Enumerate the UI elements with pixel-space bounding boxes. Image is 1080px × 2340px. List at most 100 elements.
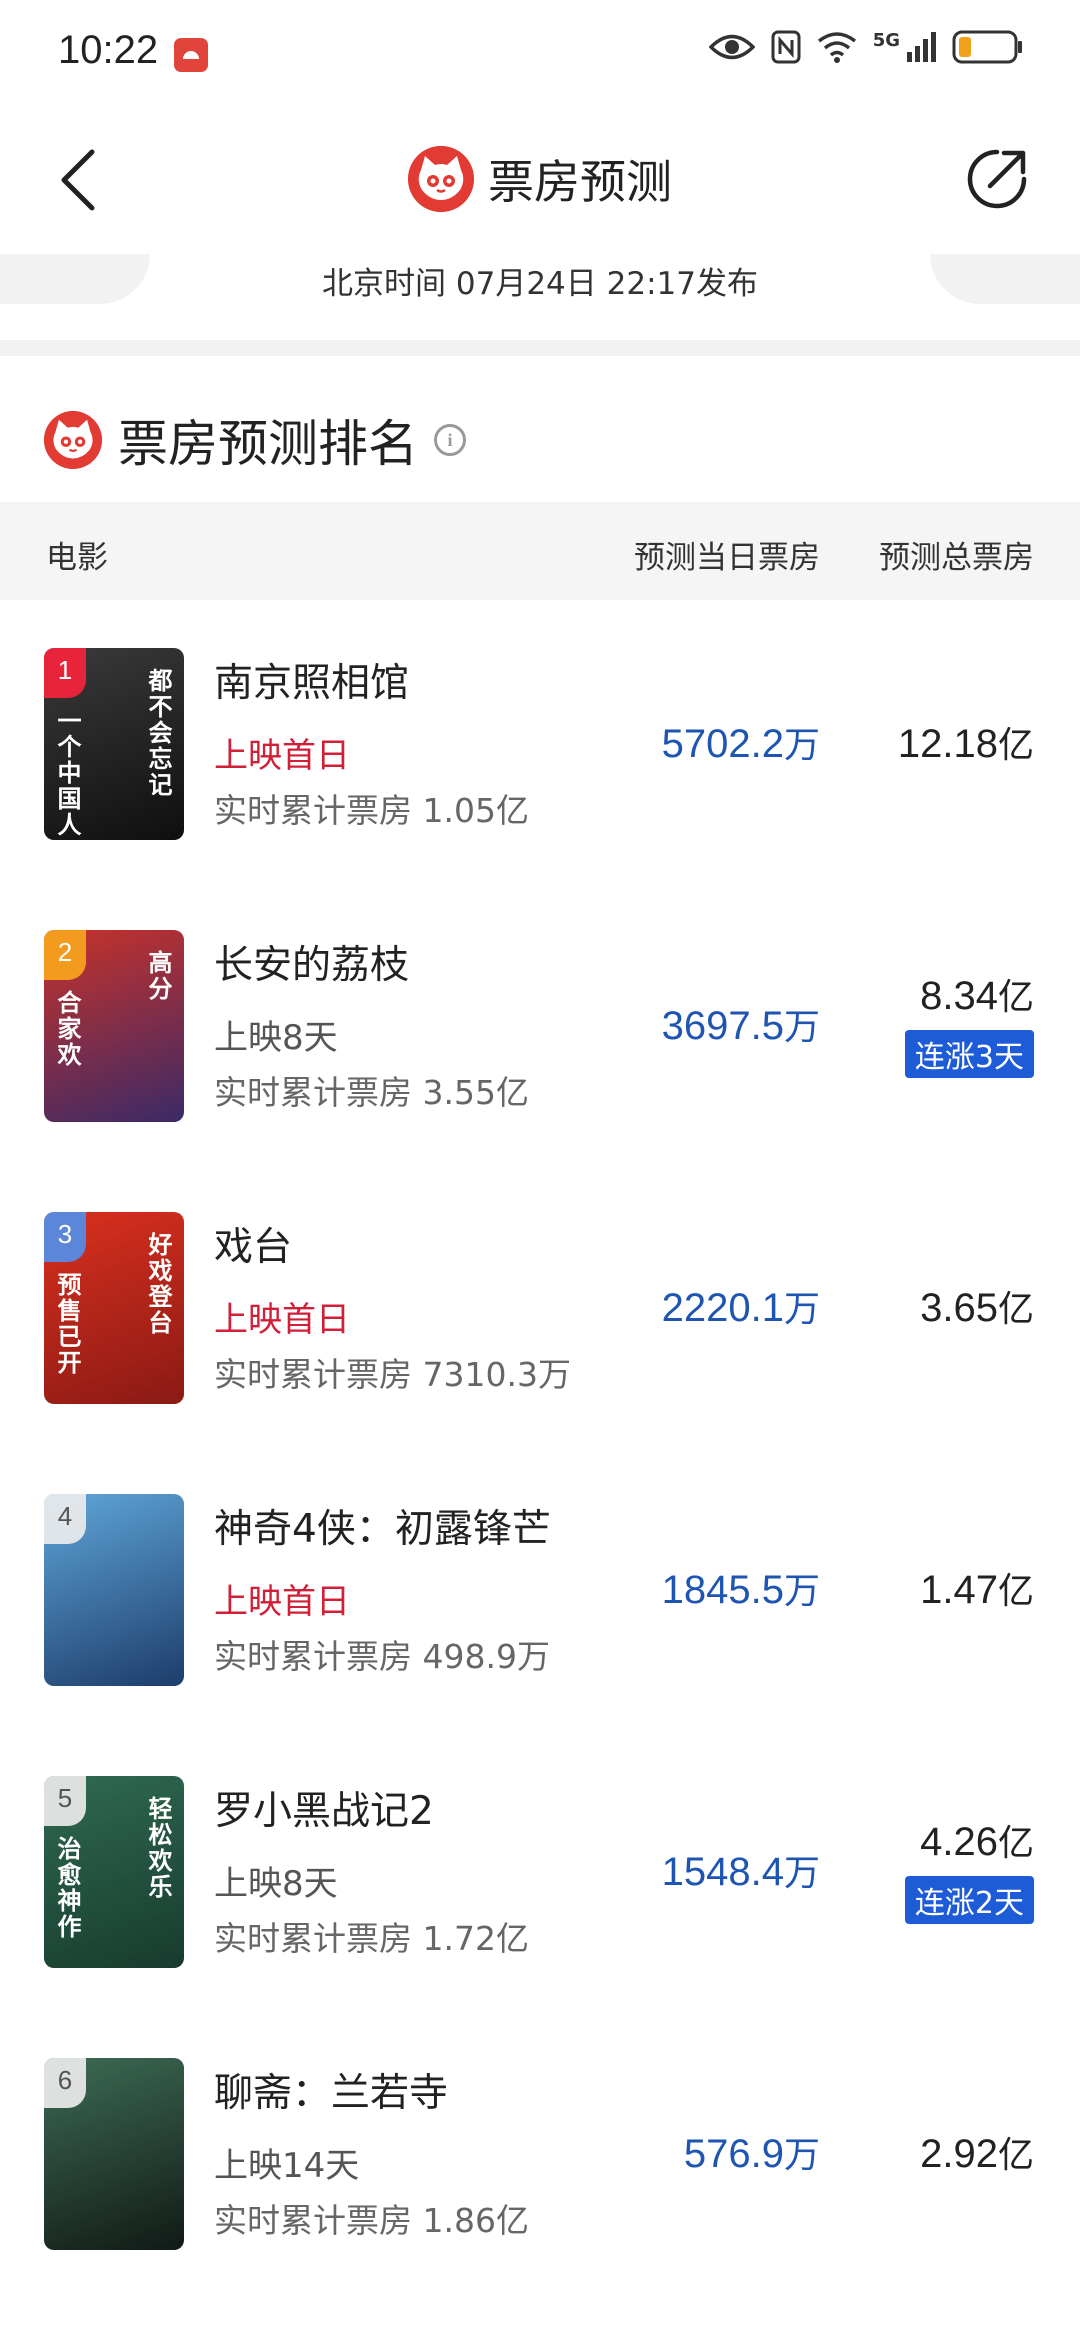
movie-poster[interactable]: 6	[44, 2058, 184, 2250]
eye-icon	[708, 34, 755, 60]
total-forecast-value: 12.18亿	[898, 716, 1034, 768]
signal-icon	[907, 32, 936, 62]
day-forecast-value: 1845.5万	[662, 1562, 820, 1614]
table-row[interactable]: 轻松欢乐 治愈神作 5 罗小黑战记2 上映8天 实时累计票房 1.72亿 154…	[0, 1728, 1080, 2010]
total-forecast-number: 8.34	[920, 974, 998, 1018]
day-forecast-value: 1548.4万	[662, 1844, 820, 1896]
table-row[interactable]: 好戏登台 预售已开 3 戏台 上映首日 实时累计票房 7310.3万 2220.…	[0, 1164, 1080, 1446]
day-forecast-unit: 万	[783, 725, 820, 766]
release-status: 上映14天	[214, 2146, 360, 2186]
day-forecast-number: 2220.1	[661, 1286, 784, 1330]
total-forecast-unit: 亿	[997, 1571, 1034, 1612]
section-header: 票房预测排名 i	[44, 400, 466, 480]
movie-poster[interactable]: 4	[44, 1494, 184, 1686]
rank-badge: 6	[44, 2058, 86, 2108]
total-forecast-value: 8.34亿	[920, 968, 1034, 1020]
rank-badge: 3	[44, 1212, 86, 1262]
battery-icon	[952, 30, 1022, 64]
poster-tagline: 高分	[144, 950, 172, 1002]
release-status: 上映8天	[214, 1864, 338, 1904]
nfc-icon	[771, 30, 801, 64]
total-forecast-unit: 亿	[997, 2135, 1034, 2176]
info-icon[interactable]: i	[434, 424, 466, 456]
total-forecast-value: 1.47亿	[920, 1562, 1034, 1614]
table-row[interactable]: 都不会忘记 一个中国人 1 南京照相馆 上映首日 实时累计票房 1.05亿 57…	[0, 600, 1080, 882]
movie-title[interactable]: 罗小黑战记2	[214, 1780, 434, 1836]
movie-title[interactable]: 神奇4侠：初露锋芒	[214, 1498, 551, 1554]
total-forecast-number: 3.65	[920, 1286, 998, 1330]
poster-tagline: 轻松欢乐	[144, 1796, 172, 1900]
total-forecast-value: 4.26亿	[920, 1814, 1034, 1866]
day-forecast-number: 1845.5	[661, 1568, 784, 1612]
total-forecast-value: 2.92亿	[920, 2126, 1034, 2178]
release-status: 上映首日	[214, 1300, 350, 1340]
rank-badge: 1	[44, 648, 86, 698]
total-forecast-value: 3.65亿	[920, 1280, 1034, 1332]
poster-tagline: 好戏登台	[144, 1232, 172, 1336]
column-header-day-forecast[interactable]: 预测当日票房	[634, 532, 820, 577]
poster-tagline: 治愈神作	[53, 1836, 81, 1940]
section-divider	[0, 340, 1080, 356]
cumulative-box-office: 实时累计票房 3.55亿	[214, 1073, 529, 1112]
poster-tagline: 一个中国人	[53, 708, 81, 838]
status-time: 10:22	[58, 28, 159, 72]
day-forecast-number: 1548.4	[661, 1850, 784, 1894]
movie-title[interactable]: 长安的荔枝	[214, 934, 409, 990]
day-forecast-value: 2220.1万	[662, 1280, 820, 1332]
day-forecast-number: 5702.2	[661, 722, 784, 766]
rank-badge: 5	[44, 1776, 86, 1826]
page-title: 票房预测	[488, 155, 672, 209]
total-forecast-unit: 亿	[997, 977, 1034, 1018]
day-forecast-value: 3697.5万	[662, 998, 820, 1050]
day-forecast-unit: 万	[783, 1289, 820, 1330]
share-icon[interactable]	[964, 146, 1030, 212]
release-status: 上映首日	[214, 736, 350, 776]
movie-poster[interactable]: 好戏登台 预售已开 3	[44, 1212, 184, 1404]
cumulative-box-office: 实时累计票房 1.05亿	[214, 791, 529, 830]
cumulative-box-office: 实时累计票房 498.9万	[214, 1637, 550, 1676]
day-forecast-value: 5702.2万	[662, 716, 820, 768]
total-forecast-unit: 亿	[997, 1289, 1034, 1330]
status-bar: 10:22 5G	[0, 0, 1080, 100]
day-forecast-number: 576.9	[683, 2132, 784, 2176]
day-forecast-value: 576.9万	[684, 2126, 820, 2178]
cumulative-box-office: 实时累计票房 1.86亿	[214, 2201, 529, 2240]
release-status: 上映首日	[214, 1582, 350, 1622]
movie-poster[interactable]: 高分 合家欢 2	[44, 930, 184, 1122]
total-forecast-number: 12.18	[897, 722, 998, 766]
movie-title[interactable]: 南京照相馆	[214, 652, 409, 708]
streak-badge: 连涨2天	[904, 1876, 1034, 1924]
movie-poster[interactable]: 都不会忘记 一个中国人 1	[44, 648, 184, 840]
release-status: 上映8天	[214, 1018, 338, 1058]
table-row[interactable]: 6 聊斋：兰若寺 上映14天 实时累计票房 1.86亿 576.9万 2.92亿	[0, 2010, 1080, 2292]
publish-time: 北京时间 07月24日 22:17发布	[322, 266, 758, 302]
day-forecast-unit: 万	[783, 1007, 820, 1048]
table-header: 电影 预测当日票房 预测总票房	[0, 502, 1080, 600]
network-type: 5G	[872, 29, 900, 51]
nav-bar: 票房预测	[0, 120, 1080, 240]
total-forecast-unit: 亿	[997, 1823, 1034, 1864]
huawei-app-icon	[174, 38, 208, 72]
movie-title[interactable]: 聊斋：兰若寺	[214, 2062, 448, 2118]
nav-title-group: 票房预测	[0, 146, 1080, 212]
streak-badge: 连涨3天	[904, 1030, 1034, 1078]
column-header-total-forecast[interactable]: 预测总票房	[879, 532, 1034, 577]
section-title: 票房预测排名	[118, 415, 418, 473]
rank-badge: 4	[44, 1494, 86, 1544]
movie-poster[interactable]: 轻松欢乐 治愈神作 5	[44, 1776, 184, 1968]
rank-badge: 2	[44, 930, 86, 980]
day-forecast-number: 3697.5	[661, 1004, 784, 1048]
total-forecast-number: 1.47	[920, 1568, 998, 1612]
day-forecast-unit: 万	[783, 1571, 820, 1612]
day-forecast-unit: 万	[783, 1853, 820, 1894]
total-forecast-number: 2.92	[920, 2132, 998, 2176]
maoyan-cat-logo-icon	[408, 146, 474, 212]
table-row[interactable]: 4 神奇4侠：初露锋芒 上映首日 实时累计票房 498.9万 1845.5万 1…	[0, 1446, 1080, 1728]
movie-title[interactable]: 戏台	[214, 1216, 292, 1272]
table-row[interactable]: 高分 合家欢 2 长安的荔枝 上映8天 实时累计票房 3.55亿 3697.5万…	[0, 882, 1080, 1164]
cumulative-box-office: 实时累计票房 7310.3万	[214, 1355, 571, 1394]
column-header-movie[interactable]: 电影	[46, 532, 108, 577]
poster-tagline: 都不会忘记	[144, 668, 172, 798]
wifi-icon	[817, 32, 856, 63]
total-forecast-unit: 亿	[997, 725, 1034, 766]
